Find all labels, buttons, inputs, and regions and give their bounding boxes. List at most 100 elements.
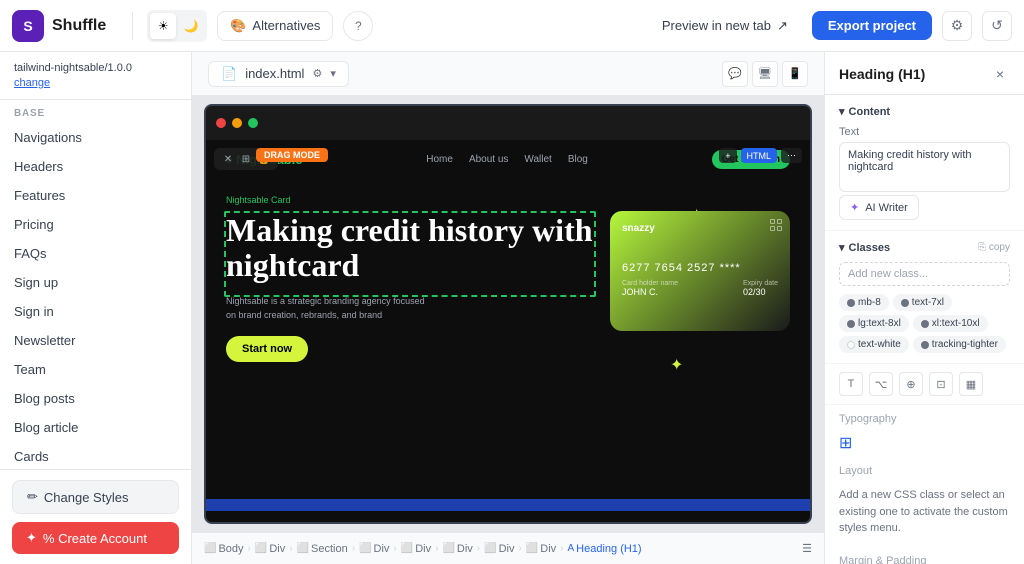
bc-body[interactable]: ⬜ Body	[204, 543, 244, 555]
export-button[interactable]: Export project	[812, 11, 932, 40]
panel-icon-btn-2[interactable]: ⌥	[869, 372, 893, 396]
sidebar-item-newsletter[interactable]: Newsletter	[0, 326, 191, 355]
bc-div-icon: ⬜	[255, 543, 267, 554]
classes-arrow: ▾	[839, 241, 845, 254]
sidebar-item-pricing[interactable]: Pricing	[0, 210, 191, 239]
copy-classes-button[interactable]: ⎘ copy	[978, 242, 1010, 253]
file-name: index.html	[245, 66, 304, 81]
theme-dark-btn[interactable]: 🌙	[178, 13, 204, 39]
classes-section: ▾ Classes ⎘ copy Add new class... mb-8 t…	[825, 231, 1024, 364]
main-row: tailwind-nightsable/1.0.0 change BASE Na…	[0, 52, 1024, 564]
panel-icon-btn-5[interactable]: ▦	[959, 372, 983, 396]
ai-icon: ✦	[850, 201, 859, 214]
bc-div-6[interactable]: ⬜ Div	[526, 543, 556, 555]
mini-tool-cross[interactable]: ✕	[220, 151, 236, 167]
sidebar-item-navigations[interactable]: Navigations	[0, 123, 191, 152]
desktop-view-btn[interactable]: 🖥	[752, 61, 778, 87]
content-label: Content	[849, 106, 891, 118]
project-name: tailwind-nightsable/1.0.0	[14, 62, 177, 74]
preview-button[interactable]: Preview in new tab ↗	[648, 12, 802, 40]
bc-div-icon: ⬜	[401, 543, 413, 554]
sidebar-item-signup[interactable]: Sign up	[0, 268, 191, 297]
create-account-button[interactable]: ✦ % Create Account	[12, 522, 179, 554]
bc-div-icon: ⬜	[359, 543, 371, 554]
class-tag-trackingtighter[interactable]: tracking-tighter	[913, 336, 1006, 353]
tag-dot	[847, 299, 855, 307]
nav-link-blog: Blog	[568, 154, 588, 165]
ai-writer-button[interactable]: ✦ AI Writer	[839, 195, 919, 220]
change-styles-button[interactable]: ✏ Change Styles	[12, 480, 179, 514]
copy-icon: ⎘	[978, 242, 986, 253]
bc-section[interactable]: ⬜ Section	[297, 543, 348, 555]
bc-div-3[interactable]: ⬜ Div	[401, 543, 431, 555]
history-button[interactable]: ↺	[982, 11, 1012, 41]
theme-light-btn[interactable]: ☀	[150, 13, 176, 39]
sidebar-item-cards[interactable]: Cards	[0, 442, 191, 469]
class-tag-label: tracking-tighter	[932, 339, 998, 350]
hero-desc: Nightsable is a strategic branding agenc…	[226, 295, 426, 322]
sidebar-footer: ✏ Change Styles ✦ % Create Account	[0, 469, 191, 564]
file-icon: 📄	[221, 66, 237, 82]
bc-div-2[interactable]: ⬜ Div	[359, 543, 389, 555]
file-tab[interactable]: 📄 index.html ⚙ ▾	[208, 61, 349, 87]
mini-tool-move[interactable]: ⊞	[238, 151, 254, 167]
bc-heading[interactable]: A Heading (H1)	[568, 543, 642, 555]
content-section: ▾ Content Text ✦ AI Writer	[825, 95, 1024, 231]
bc-div-5[interactable]: ⬜ Div	[484, 543, 514, 555]
bc-div-icon: ⬜	[526, 543, 538, 554]
text-label: Text	[839, 126, 1010, 138]
bc-body-label: Body	[218, 543, 243, 555]
add-class-input[interactable]: Add new class...	[839, 262, 1010, 286]
frame-control-html[interactable]: HTML	[741, 148, 778, 163]
settings-button[interactable]: ⚙	[942, 11, 972, 41]
close-panel-button[interactable]: ×	[990, 64, 1010, 84]
nav-link-wallet: Wallet	[524, 154, 551, 165]
bc-chevron: ›	[435, 543, 438, 554]
bc-chevron: ›	[477, 543, 480, 554]
sidebar-item-blogarticle[interactable]: Blog article	[0, 413, 191, 442]
card-preview: snazzy 6277 7654 2527 ****	[610, 211, 790, 331]
dot-red	[216, 118, 226, 128]
create-account-icon: ✦	[26, 530, 37, 546]
class-tag-label: mb-8	[858, 297, 881, 308]
change-styles-label: Change Styles	[44, 490, 129, 505]
bc-heading-icon: A	[568, 543, 575, 554]
sidebar: tailwind-nightsable/1.0.0 change BASE Na…	[0, 52, 192, 564]
hero-badge: Nightsable Card	[226, 195, 594, 205]
comments-btn[interactable]: 💬	[722, 61, 748, 87]
class-tag-xltext10xl[interactable]: xl:text-10xl	[913, 315, 988, 332]
frame-control-extra[interactable]: ⋯	[781, 148, 802, 163]
sidebar-nav: Navigations Headers Features Pricing FAQ…	[0, 123, 191, 469]
help-button[interactable]: ?	[343, 11, 373, 41]
panel-icon-btn-4[interactable]: ⊡	[929, 372, 953, 396]
sidebar-item-headers[interactable]: Headers	[0, 152, 191, 181]
bc-chevron: ›	[518, 543, 521, 554]
bc-div-1[interactable]: ⬜ Div	[255, 543, 285, 555]
sidebar-item-label: Blog article	[14, 420, 78, 435]
bc-div-label: Div	[415, 543, 431, 555]
canvas-toolbar: 📄 index.html ⚙ ▾ 💬 🖥 📱	[192, 52, 824, 96]
mobile-view-btn[interactable]: 📱	[782, 61, 808, 87]
right-panel: Heading (H1) × ▾ Content Text ✦ AI Write…	[824, 52, 1024, 564]
panel-icon-btn-3[interactable]: ⊕	[899, 372, 923, 396]
frame-control-add[interactable]: +	[719, 148, 736, 163]
class-tag-mb8[interactable]: mb-8	[839, 294, 889, 311]
class-tag-textwhite[interactable]: text-white	[839, 336, 909, 353]
close-icon: ×	[996, 66, 1004, 82]
sidebar-item-blogposts[interactable]: Blog posts	[0, 384, 191, 413]
card-brand: snazzy	[622, 223, 778, 234]
hero-title[interactable]: Making credit history with nightcard	[226, 213, 594, 283]
class-tag-text7xl[interactable]: text-7xl	[893, 294, 952, 311]
text-textarea[interactable]	[839, 142, 1010, 192]
class-tag-lgtext8xl[interactable]: lg:text-8xl	[839, 315, 909, 332]
bc-div-4[interactable]: ⬜ Div	[442, 543, 472, 555]
panel-icon-btn-1[interactable]: T	[839, 372, 863, 396]
alternatives-button[interactable]: 🎨 Alternatives	[217, 11, 333, 41]
sidebar-item-signin[interactable]: Sign in	[0, 297, 191, 326]
sidebar-item-faqs[interactable]: FAQs	[0, 239, 191, 268]
project-change-link[interactable]: change	[14, 77, 50, 89]
hero-cta-button[interactable]: Start now	[226, 336, 308, 362]
sidebar-item-team[interactable]: Team	[0, 355, 191, 384]
sidebar-item-features[interactable]: Features	[0, 181, 191, 210]
bc-settings-btn[interactable]: ☰	[802, 542, 812, 555]
